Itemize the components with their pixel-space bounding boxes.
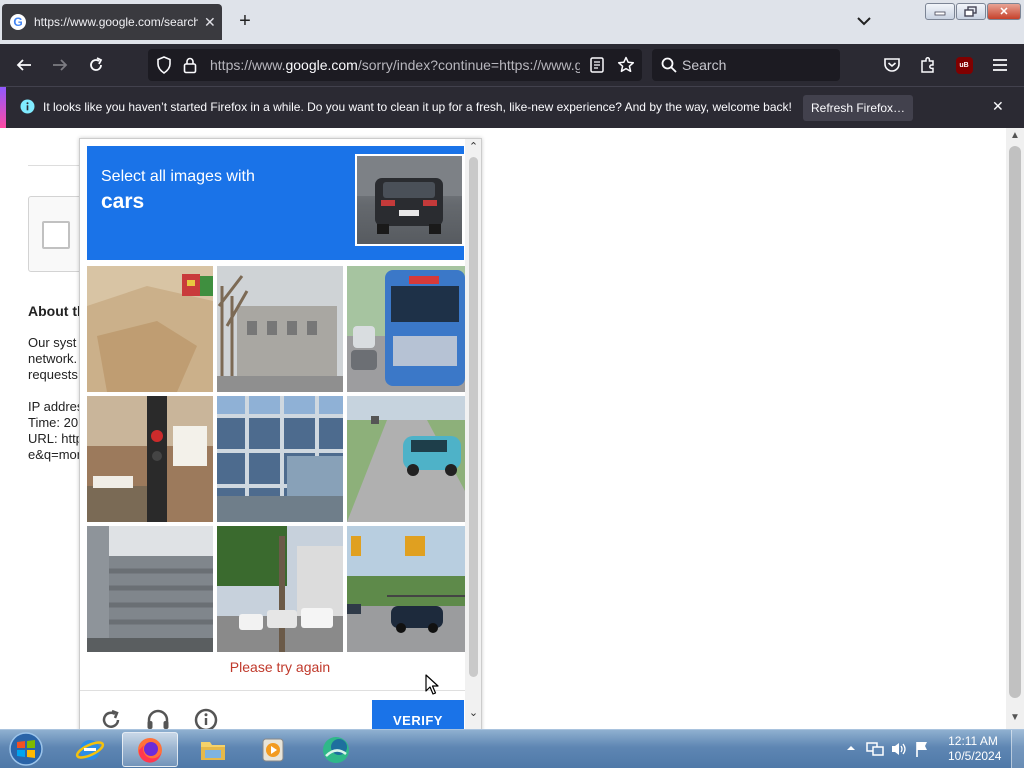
address-bar[interactable]: https://www.google.com/sorry/index?conti… <box>148 49 642 81</box>
image-tile-2[interactable] <box>217 266 343 392</box>
reload-icon <box>90 57 103 71</box>
search-box[interactable]: Search <box>652 49 840 81</box>
media-player-icon <box>262 738 284 761</box>
active-tab[interactable]: G https://www.google.com/search ✕ <box>2 4 222 40</box>
windows-taskbar: 12:11 AM 10/5/2024 <box>0 729 1024 768</box>
image-tile-8[interactable] <box>217 526 343 652</box>
taskbar-green-app[interactable] <box>308 732 364 767</box>
app-menu-button[interactable] <box>988 53 1012 77</box>
clock-time: 12:11 AM <box>948 734 998 748</box>
list-all-tabs-icon[interactable] <box>855 12 873 30</box>
dialog-scroll-up-icon[interactable]: ⌃ <box>465 140 481 153</box>
image-tile-7[interactable] <box>87 526 213 652</box>
image-tile-5[interactable] <box>217 396 343 522</box>
volume-icon[interactable] <box>890 741 908 757</box>
info-icon <box>20 99 35 114</box>
image-tile-6[interactable] <box>347 396 473 522</box>
recaptcha-challenge-dialog: Select all images with cars Please try a… <box>79 138 482 738</box>
back-arrow-icon <box>16 59 31 71</box>
dialog-scrollbar[interactable]: ⌃ ⌄ <box>465 139 481 729</box>
page-text-line: Our syst <box>28 335 77 350</box>
notification-bar: It looks like you haven’t started Firefo… <box>0 86 1024 128</box>
lock-icon[interactable] <box>183 56 197 74</box>
image-tile-9[interactable] <box>347 526 473 652</box>
url-prefix: https://www. <box>210 57 286 73</box>
image-tile-4[interactable] <box>87 396 213 522</box>
hamburger-menu-icon <box>993 59 1007 71</box>
url-text[interactable]: https://www.google.com/sorry/index?conti… <box>210 57 580 73</box>
challenge-header: Select all images with cars <box>87 146 464 260</box>
dialog-scroll-down-icon[interactable]: ⌄ <box>465 706 481 719</box>
page-text-line: e&q=mor <box>28 447 82 462</box>
google-favicon-icon: G <box>10 14 26 30</box>
extensions-button[interactable] <box>916 53 940 77</box>
notification-close-icon[interactable]: ✕ <box>992 98 1004 115</box>
about-heading: About th <box>28 303 86 319</box>
reload-button[interactable] <box>84 53 108 77</box>
pocket-icon <box>884 58 900 72</box>
challenge-instruction: Select all images with <box>101 168 255 185</box>
restore-button[interactable] <box>956 3 986 20</box>
pocket-button[interactable] <box>880 53 904 77</box>
forward-arrow-icon <box>53 59 68 71</box>
taskbar-firefox[interactable] <box>122 732 178 767</box>
footer-divider <box>80 690 466 691</box>
scrollbar-thumb[interactable] <box>1009 146 1021 698</box>
internet-explorer-icon <box>75 739 105 760</box>
green-app-icon <box>323 736 349 763</box>
taskbar-file-explorer[interactable] <box>185 732 241 767</box>
new-tab-button[interactable]: + <box>234 10 256 32</box>
forward-button[interactable] <box>48 53 72 77</box>
error-message: Please try again <box>229 659 331 675</box>
show-hidden-icons-arrow-icon[interactable] <box>846 743 856 753</box>
clock-date: 10/5/2024 <box>948 749 1002 763</box>
minimize-button[interactable] <box>925 3 955 20</box>
page-text-line: Time: 20 <box>28 415 79 430</box>
tab-close-icon[interactable]: ✕ <box>204 14 216 31</box>
system-clock[interactable]: 12:11 AM 10/5/2024 <box>948 734 1002 764</box>
notification-message: It looks like you haven’t started Firefo… <box>43 100 792 114</box>
taskbar-media-player[interactable] <box>245 732 301 767</box>
search-placeholder: Search <box>682 57 727 73</box>
firefox-icon <box>138 737 162 763</box>
tab-strip: G https://www.google.com/search ✕ + ✕ <box>0 0 1024 44</box>
refresh-firefox-button[interactable]: Refresh Firefox… <box>803 95 913 121</box>
url-domain: google.com <box>285 57 358 73</box>
windows-start-button-icon[interactable] <box>6 731 46 767</box>
navigation-toolbar: https://www.google.com/sorry/index?conti… <box>0 44 1024 86</box>
scroll-up-arrow-icon[interactable]: ▲ <box>1006 130 1024 141</box>
show-desktop-button[interactable] <box>1011 730 1024 768</box>
search-icon <box>661 57 677 73</box>
page-text-line: URL: http <box>28 431 83 446</box>
action-center-flag-icon[interactable] <box>914 740 930 758</box>
page-text-line: network. <box>28 351 78 366</box>
folder-icon <box>201 741 225 760</box>
close-window-button[interactable]: ✕ <box>987 3 1021 20</box>
im-not-a-robot-checkbox[interactable] <box>42 221 70 249</box>
image-grid <box>87 266 473 652</box>
ublock-origin-button[interactable]: uB <box>952 53 976 77</box>
scroll-down-arrow-icon[interactable]: ▼ <box>1006 712 1024 723</box>
puzzle-piece-icon <box>921 57 934 73</box>
page-text-line: IP addres <box>28 399 84 414</box>
mouse-pointer-icon <box>425 674 439 695</box>
dialog-scrollbar-thumb[interactable] <box>469 157 478 677</box>
url-path: /sorry/index?continue=https://www.google… <box>357 57 580 73</box>
ublock-badge-icon: uB <box>955 56 973 74</box>
image-tile-3[interactable] <box>347 266 473 392</box>
network-icon[interactable] <box>866 741 884 757</box>
taskbar-internet-explorer[interactable] <box>62 732 118 767</box>
image-tile-1[interactable] <box>87 266 213 392</box>
page-text-line: requests <box>28 367 78 382</box>
tab-title: https://www.google.com/search <box>34 15 198 29</box>
back-button[interactable] <box>12 53 36 77</box>
reader-view-icon[interactable] <box>590 57 604 73</box>
challenge-target: cars <box>101 190 145 213</box>
sample-car-image <box>355 154 464 246</box>
page-scrollbar[interactable]: ▲ ▼ <box>1006 128 1024 729</box>
tracking-protection-shield-icon[interactable] <box>156 56 172 74</box>
bookmark-star-icon[interactable] <box>617 56 635 74</box>
